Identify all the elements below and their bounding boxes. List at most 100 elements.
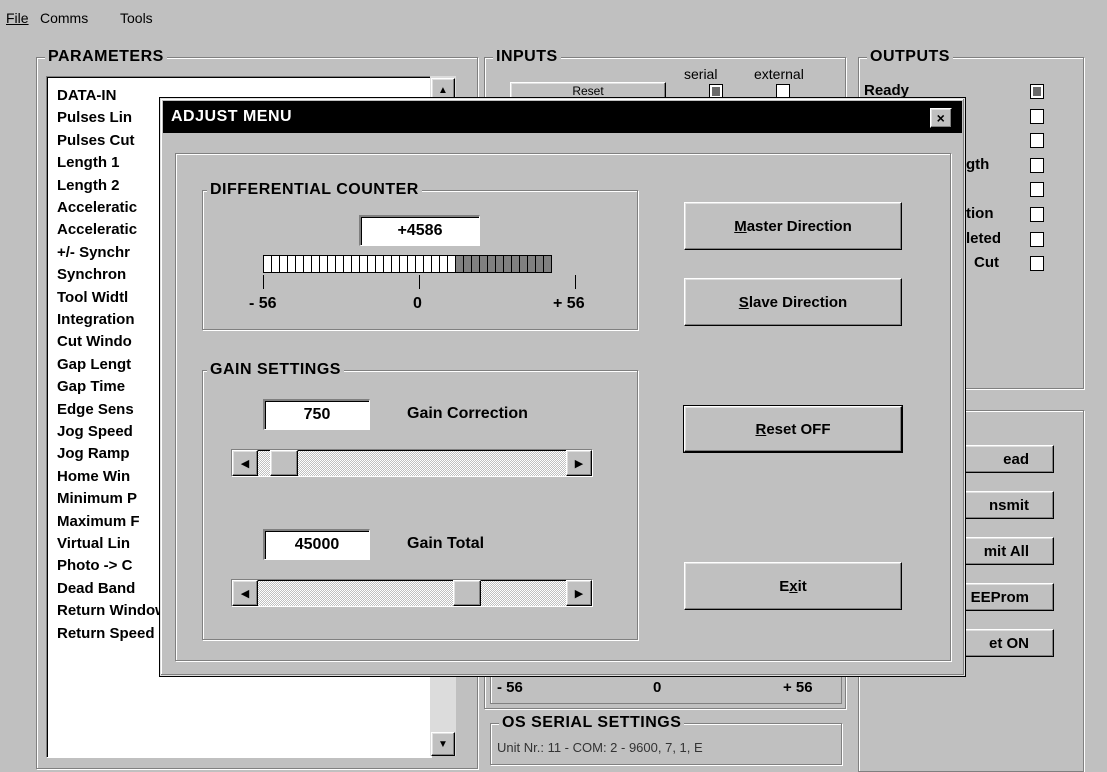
output-indicator bbox=[1030, 157, 1044, 173]
scroll-down-icon[interactable]: ▼ bbox=[431, 732, 455, 756]
counter-segment bbox=[279, 255, 287, 273]
parameter-row[interactable]: Jog Ramp bbox=[57, 443, 130, 465]
parameter-row[interactable]: Return Window0000 bbox=[57, 600, 296, 622]
diff-counter-title: DIFFERENTIAL COUNTER bbox=[207, 181, 422, 199]
gain-correction-thumb[interactable] bbox=[270, 450, 299, 476]
parameter-label: Jog Ramp bbox=[57, 445, 130, 463]
diff-counter-mid: 0 bbox=[413, 295, 422, 312]
adjust-menu-dialog: ADJUST MENU × DIFFERENTIAL COUNTER +4586… bbox=[159, 97, 966, 677]
parameter-row[interactable]: Acceleratic bbox=[57, 219, 137, 241]
parameter-row[interactable]: Edge Sens bbox=[57, 399, 134, 421]
parameter-label: Synchron bbox=[57, 266, 127, 284]
parameter-row[interactable]: DATA-IN bbox=[57, 85, 116, 107]
output-label: Ready bbox=[864, 82, 910, 99]
parameter-label: Acceleratic bbox=[57, 199, 138, 216]
parameter-row[interactable]: Virtual Lin bbox=[57, 533, 130, 555]
parameter-row[interactable]: +/- Synchr bbox=[57, 242, 130, 264]
diff-counter-min: - 56 bbox=[249, 295, 277, 312]
output-indicator bbox=[1030, 231, 1044, 247]
outputs-title: OUTPUTS bbox=[867, 48, 953, 66]
parameter-row[interactable]: Length 1 bbox=[57, 152, 120, 174]
menu-file[interactable]: File bbox=[6, 10, 29, 26]
counter-segment bbox=[351, 255, 359, 273]
exit-button[interactable]: Ex it bbox=[684, 562, 902, 610]
parameter-row[interactable]: Maximum F bbox=[57, 511, 140, 533]
gain-correction-slider[interactable]: ◀ ▶ bbox=[231, 449, 593, 477]
scroll-left-icon[interactable]: ◀ bbox=[232, 450, 258, 476]
scroll-right-icon[interactable]: ▶ bbox=[566, 450, 592, 476]
gain-correction-label: Gain Correction bbox=[407, 405, 528, 422]
output-indicator bbox=[1030, 133, 1044, 149]
parameter-row[interactable]: Tool Widtl bbox=[57, 287, 128, 309]
parameter-row[interactable]: Photo -> C bbox=[57, 555, 132, 577]
parameter-row[interactable]: Minimum P bbox=[57, 488, 137, 510]
counter-segment bbox=[431, 255, 439, 273]
output-indicator bbox=[1030, 207, 1044, 222]
dialog-titlebar[interactable]: ADJUST MENU × bbox=[163, 101, 962, 133]
gain-total-thumb[interactable] bbox=[453, 580, 482, 606]
counter-segment bbox=[487, 255, 495, 273]
dialog-title: ADJUST MENU bbox=[171, 108, 293, 125]
menu-tools[interactable]: Tools bbox=[120, 10, 153, 26]
diff-counter-max: + 56 bbox=[553, 295, 585, 312]
inputs-scale-mid: 0 bbox=[653, 679, 662, 696]
parameter-row[interactable]: Cut Windo bbox=[57, 331, 132, 353]
counter-segment bbox=[503, 255, 511, 273]
counter-segment bbox=[263, 255, 271, 273]
parameter-label: Gap Lengt bbox=[57, 355, 132, 373]
output-label: gth bbox=[966, 155, 990, 173]
gain-correction-value[interactable]: 750 bbox=[263, 399, 370, 430]
parameter-row[interactable]: Pulses Lin bbox=[57, 107, 132, 129]
counter-segment bbox=[455, 255, 463, 273]
parameter-row[interactable]: Synchron bbox=[57, 264, 126, 286]
parameter-label: Integration bbox=[57, 311, 135, 328]
gain-total-slider[interactable]: ◀ ▶ bbox=[231, 579, 593, 607]
master-direction-button[interactable]: Master Direction bbox=[684, 202, 902, 250]
diff-counter-bar bbox=[263, 255, 552, 273]
output-indicator bbox=[1030, 84, 1044, 99]
parameter-label: Photo -> C bbox=[57, 557, 133, 575]
parameter-row[interactable]: Integration bbox=[57, 309, 135, 331]
serial-label: serial bbox=[684, 66, 718, 82]
parameter-label: Pulses Cut bbox=[57, 131, 135, 149]
gain-total-label: Gain Total bbox=[407, 535, 485, 552]
tick-mid bbox=[419, 275, 420, 289]
counter-segment bbox=[535, 255, 543, 273]
output-label: Cut bbox=[974, 254, 999, 272]
parameters-title: PARAMETERS bbox=[45, 48, 167, 66]
counter-segment bbox=[359, 255, 367, 273]
counter-segment bbox=[527, 255, 535, 273]
tick-min bbox=[263, 275, 264, 289]
counter-segment bbox=[327, 255, 335, 273]
parameter-label: Maximum F bbox=[57, 512, 140, 530]
diff-counter-group: DIFFERENTIAL COUNTER +4586 - 56 0 + 56 bbox=[202, 181, 638, 330]
parameter-row[interactable]: Return Speed2.00 bbox=[57, 623, 292, 645]
scroll-left-icon[interactable]: ◀ bbox=[232, 580, 258, 606]
slave-direction-button[interactable]: Slave Direction bbox=[684, 278, 902, 326]
parameter-row[interactable]: Length 2 bbox=[57, 175, 120, 197]
close-icon[interactable]: × bbox=[930, 108, 952, 128]
diff-counter-value: +4586 bbox=[359, 215, 480, 246]
parameter-row[interactable]: Gap Time bbox=[57, 376, 125, 398]
menu-comms[interactable]: Comms bbox=[40, 10, 88, 26]
parameter-row[interactable]: Gap Lengt bbox=[57, 354, 131, 376]
counter-segment bbox=[423, 255, 431, 273]
parameter-row[interactable]: Acceleratic bbox=[57, 197, 137, 219]
output-label: tion bbox=[966, 205, 994, 222]
parameter-row[interactable]: Dead Band0005 bbox=[57, 578, 296, 600]
output-indicator bbox=[1030, 256, 1044, 272]
counter-segment bbox=[295, 255, 303, 273]
parameter-label: Home Win bbox=[57, 467, 131, 485]
parameter-label: +/- Synchr bbox=[57, 243, 130, 261]
counter-segment bbox=[375, 255, 383, 273]
gain-total-value[interactable]: 45000 bbox=[263, 529, 370, 560]
inputs-scale-min: - 56 bbox=[497, 679, 523, 696]
reset-off-button[interactable]: Reset OFF bbox=[683, 405, 903, 453]
parameter-row[interactable]: Jog Speed bbox=[57, 421, 133, 443]
parameter-row[interactable]: Home Win bbox=[57, 466, 130, 488]
scroll-right-icon[interactable]: ▶ bbox=[566, 580, 592, 606]
parameter-label: Dead Band bbox=[57, 579, 136, 597]
parameter-row[interactable]: Pulses Cut bbox=[57, 130, 135, 152]
dialog-panel: DIFFERENTIAL COUNTER +4586 - 56 0 + 56 G… bbox=[175, 153, 951, 661]
parameter-label: Length 2 bbox=[57, 176, 120, 194]
